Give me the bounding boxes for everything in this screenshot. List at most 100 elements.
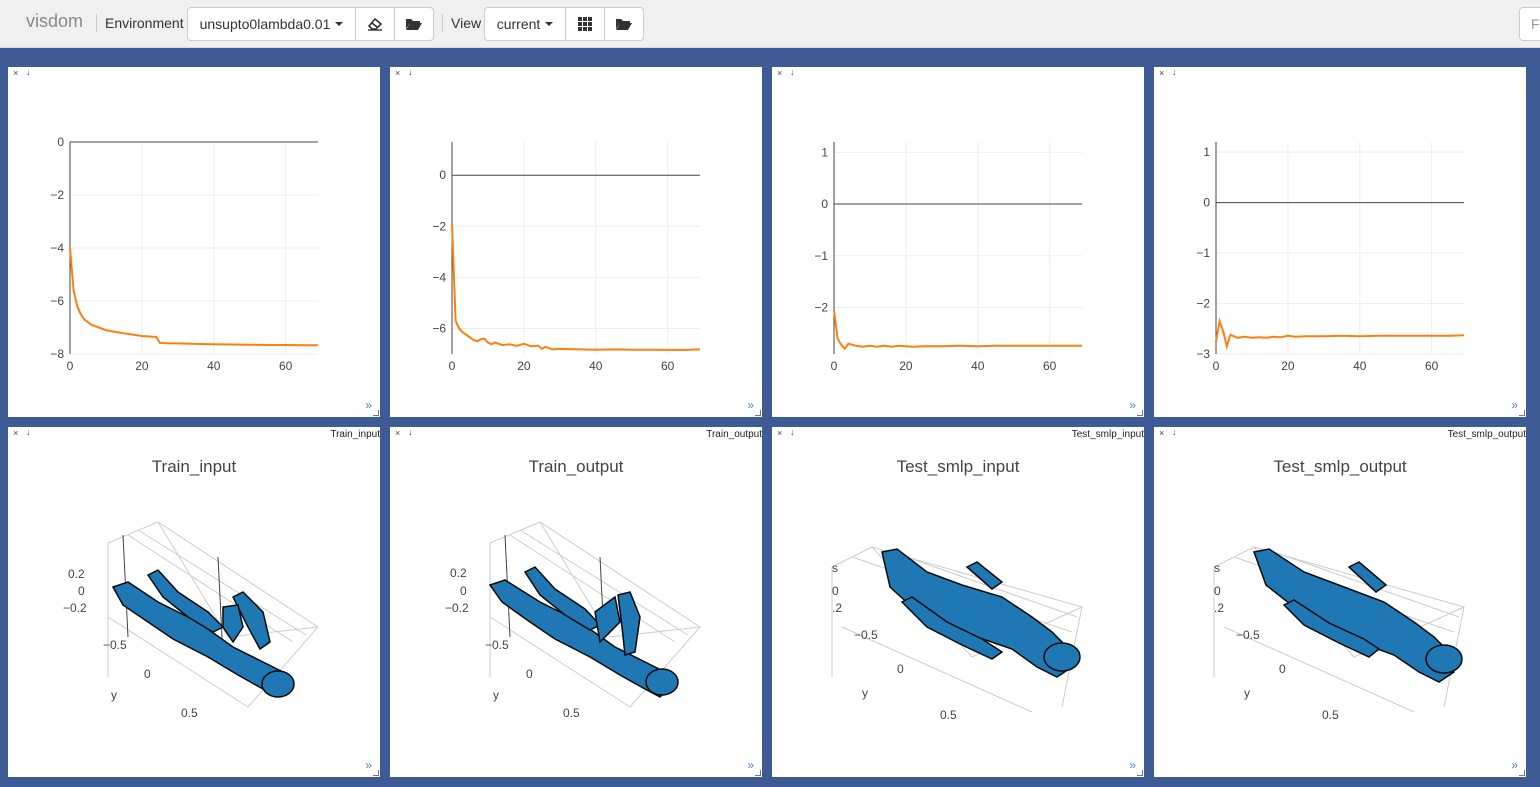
y-tick-label: 0 [897,662,904,676]
pane-mesh-train-output[interactable]: × ↓ Train_output Train_output 0.2 0 −0.2… [390,427,762,777]
grid-icon [578,17,592,31]
y-tick-label: −0.5 [103,638,127,652]
y-axis-label: y [111,688,117,702]
expand-icon[interactable]: » [1511,398,1518,412]
y-tick-label: −3 [1196,347,1210,361]
repack-layout-button[interactable] [565,7,605,41]
z-tick-label: 0 [832,584,839,598]
mesh-3d-plot[interactable]: 0.2 0 −0.2 −0.5 0 y 0.5 [8,427,380,777]
x-tick-label: 20 [517,359,531,373]
resize-handle[interactable] [755,770,761,776]
manage-env-button[interactable] [394,7,434,41]
resize-handle[interactable] [1519,770,1525,776]
y-tick-label: −6 [50,294,64,308]
y-tick-label: 1 [821,145,828,159]
y-tick-label: 0.5 [181,706,198,720]
x-tick-label: 0 [449,359,456,373]
environment-select[interactable]: unsupto0lambda0.01 [187,7,356,41]
folder-open-icon [406,19,422,30]
y-tick-label: −0.5 [485,638,509,652]
resize-handle[interactable] [1137,410,1143,416]
series-line [451,223,701,351]
environment-value: unsupto0lambda0.01 [199,16,331,32]
x-tick-label: 20 [135,359,149,373]
y-tick-label: 0 [57,135,64,149]
eraser-icon [367,17,383,31]
series-line [69,247,318,347]
pane-line-chart-4[interactable]: × ↓ 0 20 40 60 1 0 −1 −2 −3 » [1154,67,1526,417]
x-tick-label: 20 [1281,359,1295,373]
y-axis-label: y [1244,686,1250,700]
resize-handle[interactable] [1137,770,1143,776]
line-chart[interactable]: 0 20 40 60 1 0 −1 −2 [772,67,1144,417]
line-chart[interactable]: 0 20 40 60 0 −2 −4 −6 [390,67,762,417]
y-tick-label: 0 [526,667,533,681]
resize-handle[interactable] [373,770,379,776]
pane-line-chart-3[interactable]: × ↓ 0 20 40 60 1 0 −1 −2 » [772,67,1144,417]
z-tick-label: s [832,561,838,575]
mesh-3d-plot[interactable]: 0.2 0 −0.2 −0.5 0 y 0.5 [390,427,762,777]
mesh-3d-plot[interactable]: s 0 .2 −0.5 0 y 0.5 [1154,427,1526,777]
top-navbar: visdom Environment unsupto0lambda0.01 Vi… [0,0,1540,48]
x-tick-label: 60 [1425,359,1439,373]
line-chart[interactable]: 0 20 40 60 1 0 −1 −2 −3 [1154,67,1526,417]
z-tick-label: 0 [460,584,467,598]
pane-line-chart-2[interactable]: × ↓ 0 20 40 60 0 −2 −4 −6 » [390,67,762,417]
y-tick-label: −2 [814,300,828,314]
expand-icon[interactable]: » [365,758,372,772]
mesh-3d-plot[interactable]: s 0 .2 −0.5 0 y 0.5 [772,427,1144,777]
expand-icon[interactable]: » [747,758,754,772]
y-tick-label: 1 [1203,145,1210,159]
x-tick-label: 20 [899,359,913,373]
view-value: current [496,16,541,32]
resize-handle[interactable] [1519,410,1525,416]
z-tick-label: .2 [1214,601,1224,615]
x-tick-label: 60 [661,359,675,373]
z-tick-label: 0 [78,584,85,598]
y-tick-label: 0 [1203,196,1210,210]
clear-env-button[interactable] [355,7,395,41]
y-tick-label: −0.5 [854,628,878,642]
y-tick-label: −2 [50,188,64,202]
expand-icon[interactable]: » [747,398,754,412]
pane-mesh-train-input[interactable]: × ↓ Train_input Train_input 0.2 0 −0.2 −… [8,427,380,777]
y-tick-label: 0 [821,197,828,211]
y-tick-label: −2 [1196,297,1210,311]
pane-line-chart-1[interactable]: × ↓ 0 20 40 60 0 −2 −4 −6 −8 » [8,67,380,417]
y-axis-label: y [862,686,868,700]
expand-icon[interactable]: » [1129,758,1136,772]
y-tick-label: 0.5 [1322,708,1339,722]
folder-open-icon [616,19,632,30]
expand-icon[interactable]: » [1129,398,1136,412]
y-tick-label: 0.5 [940,708,957,722]
line-chart[interactable]: 0 20 40 60 0 −2 −4 −6 −8 [8,67,380,417]
x-tick-label: 60 [279,359,293,373]
divider [442,14,443,32]
x-tick-label: 0 [67,359,74,373]
filter-input[interactable]: F [1519,7,1540,41]
resize-handle[interactable] [755,410,761,416]
expand-icon[interactable]: » [365,398,372,412]
z-tick-label: s [1214,561,1220,575]
environment-label: Environment [105,15,184,31]
brand-logo[interactable]: visdom [26,11,83,32]
pane-mesh-test-smlp-input[interactable]: × ↓ Test_smlp_input Test_smlp_input s 0 … [772,427,1144,777]
x-tick-label: 40 [589,359,603,373]
pane-mesh-test-smlp-output[interactable]: × ↓ Test_smlp_output Test_smlp_output s … [1154,427,1526,777]
y-tick-label: 0 [1279,662,1286,676]
manage-views-button[interactable] [604,7,644,41]
x-tick-label: 40 [971,359,985,373]
view-select[interactable]: current [484,7,566,41]
series-line [833,309,1082,351]
y-tick-label: 0 [439,168,446,182]
z-tick-label: 0.2 [68,567,85,581]
y-axis-label: y [493,688,499,702]
resize-handle[interactable] [373,410,379,416]
x-tick-label: 40 [207,359,221,373]
series-line [1215,317,1465,351]
z-tick-label: 0 [1214,584,1221,598]
y-tick-label: −4 [432,270,446,284]
expand-icon[interactable]: » [1511,758,1518,772]
z-tick-label: −0.2 [445,601,469,615]
view-label: View [451,15,482,31]
